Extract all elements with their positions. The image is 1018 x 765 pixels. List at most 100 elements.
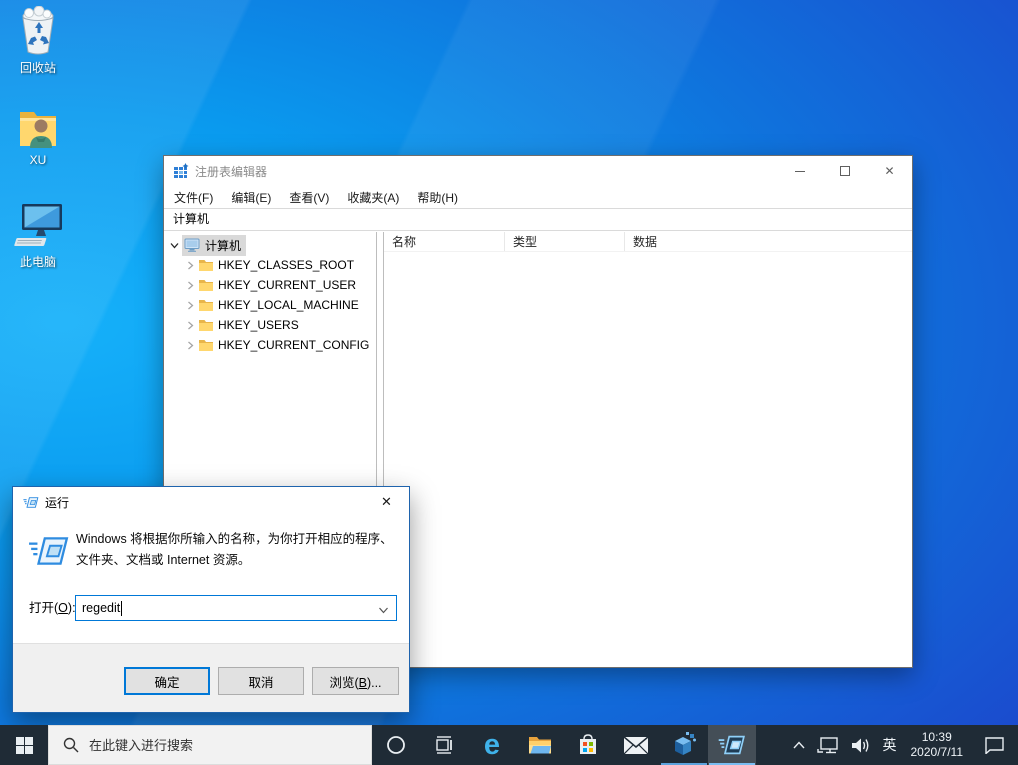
cortana-icon [386,735,406,755]
regedit-address-bar[interactable]: 计算机 [164,208,912,231]
desktop-icon-label: XU [0,153,76,167]
run-command-input[interactable]: regedit [75,595,397,621]
tree-row-computer[interactable]: 计算机 [164,235,376,255]
maximize-button[interactable] [822,156,867,186]
search-input[interactable] [89,738,339,753]
tree-label-computer: 计算机 [205,237,241,254]
taskbar: e [0,725,1018,765]
tree-label: HKEY_USERS [218,318,299,332]
clock-time: 10:39 [922,730,952,745]
edge-button[interactable]: e [468,725,516,765]
chevron-right-icon[interactable] [182,321,198,330]
run-description-line1: Windows 将根据你所输入的名称，为你打开相应的程序、 [76,529,400,550]
close-button[interactable]: ✕ [867,156,912,186]
run-description: Windows 将根据你所输入的名称，为你打开相应的程序、 文件夹、文档或 In… [76,529,400,571]
cancel-button[interactable]: 取消 [218,667,304,695]
tree-row-hkey[interactable]: HKEY_CURRENT_CONFIG [164,335,376,355]
tree-label: HKEY_CLASSES_ROOT [218,258,354,272]
desktop-icon-label: 此电脑 [0,253,76,270]
task-view-button[interactable] [420,725,468,765]
chevron-right-icon[interactable] [182,341,198,350]
chevron-right-icon[interactable] [182,281,198,290]
list-header: 名称 类型 数据 [384,232,912,252]
chevron-up-icon [793,741,805,749]
regedit-menubar: 文件(F) 编辑(E) 查看(V) 收藏夹(A) 帮助(H) [164,186,912,208]
run-dialog-title: 运行 [45,494,69,511]
this-pc-icon [0,200,76,250]
action-center-icon [985,737,1004,754]
run-icon [718,734,746,756]
tree-row-hkey[interactable]: HKEY_CURRENT_USER [164,275,376,295]
tree-label: HKEY_CURRENT_CONFIG [218,338,369,352]
taskbar-clock[interactable]: 10:39 2020/7/11 [903,725,972,765]
menu-favorites[interactable]: 收藏夹(A) [338,189,408,206]
registry-values-pane: 名称 类型 数据 [383,232,912,667]
mail-icon [624,737,648,754]
browse-button[interactable]: 浏览(B)... [312,667,399,695]
regedit-cube-icon [671,732,697,758]
tree-row-hkey[interactable]: HKEY_USERS [164,315,376,335]
cortana-button[interactable] [372,725,420,765]
user-folder-icon [0,104,76,150]
network-icon [817,736,839,754]
chevron-right-icon[interactable] [182,261,198,270]
menu-help[interactable]: 帮助(H) [408,189,467,206]
ok-button[interactable]: 确定 [124,667,210,695]
close-button[interactable]: ✕ [364,487,409,517]
file-explorer-icon [528,735,552,755]
folder-icon [198,299,214,312]
tree-label: HKEY_CURRENT_USER [218,278,356,292]
chevron-right-icon[interactable] [182,301,198,310]
run-dialog: 运行 ✕ Windows 将根据你所输入的名称，为你打开相应的程序、 文件夹、文… [12,486,410,713]
column-header-name[interactable]: 名称 [384,232,505,251]
run-command-value: regedit [82,601,120,615]
tray-overflow-button[interactable] [787,725,811,765]
regedit-titlebar[interactable]: 注册表编辑器 ✕ [164,156,912,186]
regedit-taskbar-button[interactable] [660,725,708,765]
start-button[interactable] [0,725,48,765]
desktop: 回收站 XU [0,0,1018,765]
desktop-icon-label: 回收站 [0,59,76,76]
action-center-button[interactable] [971,725,1018,765]
maximize-icon [840,166,850,176]
recycle-bin-icon [0,6,76,56]
chevron-down-icon[interactable] [166,241,182,250]
store-button[interactable] [564,725,612,765]
folder-icon [198,339,214,352]
minimize-button[interactable] [777,156,822,186]
taskbar-search-box[interactable] [48,725,372,765]
desktop-icon-xu[interactable]: XU [0,104,76,167]
desktop-icon-recycle-bin[interactable]: 回收站 [0,6,76,76]
regedit-app-icon [173,163,189,179]
tree-row-hkey[interactable]: HKEY_LOCAL_MACHINE [164,295,376,315]
task-view-icon [433,735,455,755]
edge-icon: e [484,731,500,760]
menu-edit[interactable]: 编辑(E) [222,189,280,206]
folder-icon [198,259,214,272]
network-button[interactable] [811,725,845,765]
regedit-window-title: 注册表编辑器 [195,163,267,180]
run-titlebar[interactable]: 运行 ✕ [13,487,409,517]
text-caret [121,601,122,616]
tree-row-hkey[interactable]: HKEY_CLASSES_ROOT [164,255,376,275]
dropdown-chevron-icon[interactable] [378,603,389,621]
folder-icon [198,319,214,332]
clock-date: 2020/7/11 [911,745,964,760]
run-taskbar-button[interactable] [708,725,756,765]
speaker-icon [851,737,871,754]
menu-file[interactable]: 文件(F) [165,189,222,206]
tree-label: HKEY_LOCAL_MACHINE [218,298,359,312]
ime-indicator[interactable]: 英 [877,725,903,765]
close-icon: ✕ [381,494,392,510]
minimize-icon [795,171,805,172]
store-icon [577,734,599,756]
column-header-data[interactable]: 数据 [625,232,912,251]
menu-view[interactable]: 查看(V) [280,189,338,206]
file-explorer-button[interactable] [516,725,564,765]
windows-logo-icon [16,737,33,754]
desktop-icon-this-pc[interactable]: 此电脑 [0,200,76,270]
column-header-type[interactable]: 类型 [505,232,625,251]
search-icon [63,737,79,753]
mail-button[interactable] [612,725,660,765]
volume-button[interactable] [845,725,877,765]
